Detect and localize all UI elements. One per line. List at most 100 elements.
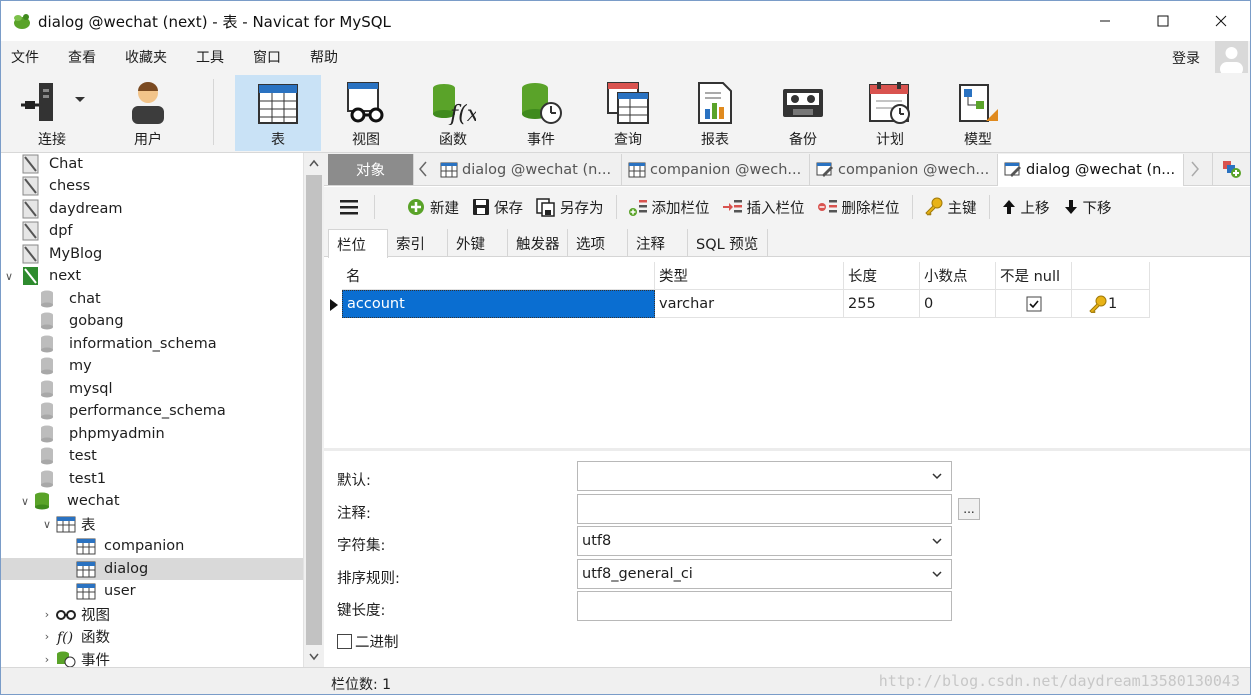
column-header-length[interactable]: 长度 bbox=[844, 262, 920, 290]
insert-field-button[interactable]: 插入栏位 bbox=[722, 197, 805, 218]
toolbar-query-button[interactable]: 查询 bbox=[585, 75, 671, 151]
subtab-indexes[interactable]: 索引 bbox=[388, 229, 448, 257]
tree-item-events-folder[interactable]: › 事件 bbox=[39, 648, 303, 667]
tree-item-information-schema-db[interactable]: information_schema bbox=[23, 333, 303, 355]
toolbar-backup-button[interactable]: 备份 bbox=[760, 75, 846, 151]
comment-input[interactable] bbox=[577, 494, 952, 524]
toolbar-event-button[interactable]: 事件 bbox=[498, 75, 584, 151]
toolbar-view-button[interactable]: 视图 bbox=[323, 75, 409, 151]
tree-item-daydream-connection[interactable]: daydream bbox=[1, 198, 303, 220]
close-button[interactable] bbox=[1192, 1, 1250, 41]
chevron-right-icon[interactable]: › bbox=[39, 630, 55, 643]
chevron-down-icon[interactable]: ∨ bbox=[39, 518, 55, 531]
tree-item-dialog-table[interactable]: dialog bbox=[1, 558, 303, 580]
tab-dialog-table[interactable]: dialog @wechat (n... bbox=[434, 154, 622, 185]
menu-help[interactable]: 帮助 bbox=[302, 47, 346, 67]
column-header-decimals[interactable]: 小数点 bbox=[920, 262, 996, 290]
chevron-right-icon[interactable]: › bbox=[39, 653, 55, 666]
tab-objects[interactable]: 对象 bbox=[328, 154, 414, 185]
subtab-fields[interactable]: 栏位 bbox=[328, 229, 388, 258]
chevron-down-icon[interactable]: ∨ bbox=[17, 495, 33, 508]
toolbar-user-button[interactable]: 用户 bbox=[105, 75, 191, 151]
tree-item-functions-folder[interactable]: › f() 函数 bbox=[39, 625, 303, 647]
field-length-cell[interactable]: 255 bbox=[844, 290, 920, 318]
tree-item-chat-connection[interactable]: Chat bbox=[1, 153, 303, 175]
field-decimals-cell[interactable]: 0 bbox=[920, 290, 996, 318]
tree-scrollbar-thumb[interactable] bbox=[306, 175, 322, 645]
tree-item-phpmyadmin-db[interactable]: phpmyadmin bbox=[23, 423, 303, 445]
toolbar-report-button[interactable]: 报表 bbox=[672, 75, 758, 151]
key-length-input[interactable] bbox=[577, 591, 952, 621]
tree-item-wechat-db[interactable]: ∨ wechat bbox=[17, 490, 303, 512]
minimize-button[interactable] bbox=[1076, 1, 1134, 41]
tree-item-user-table[interactable]: user bbox=[59, 580, 303, 602]
new-button[interactable]: 新建 bbox=[405, 197, 459, 218]
subtab-options[interactable]: 选项 bbox=[568, 229, 628, 257]
tree-item-next-connection[interactable]: ∨ next bbox=[1, 265, 303, 287]
menu-tools[interactable]: 工具 bbox=[188, 47, 232, 67]
tree-item-my-db[interactable]: my bbox=[23, 355, 303, 377]
tab-companion-design[interactable]: companion @wech... bbox=[810, 154, 998, 185]
chevron-down-icon[interactable]: ∨ bbox=[1, 270, 17, 283]
save-as-button[interactable]: 另存为 bbox=[535, 197, 604, 218]
toolbar-table-button[interactable]: 表 bbox=[235, 75, 321, 151]
tree-item-mysql-db[interactable]: mysql bbox=[23, 378, 303, 400]
comment-ellipsis-button[interactable]: ... bbox=[958, 498, 980, 520]
binary-checkbox[interactable]: 二进制 bbox=[337, 631, 399, 652]
tab-scroll-right-icon[interactable] bbox=[1190, 161, 1200, 181]
column-header-not-null[interactable]: 不是 null bbox=[996, 262, 1072, 290]
field-name-cell[interactable]: account bbox=[342, 290, 655, 318]
save-button[interactable]: 保存 bbox=[471, 197, 523, 218]
default-combobox[interactable] bbox=[577, 461, 952, 491]
chevron-right-icon[interactable]: › bbox=[39, 608, 55, 621]
tab-companion-table[interactable]: companion @wech... bbox=[622, 154, 810, 185]
subtab-comment[interactable]: 注释 bbox=[628, 229, 688, 257]
scroll-down-icon[interactable] bbox=[309, 653, 319, 661]
subtab-sql-preview[interactable]: SQL 预览 bbox=[688, 229, 768, 257]
tree-item-test-db[interactable]: test bbox=[23, 445, 303, 467]
move-up-button[interactable]: 上移 bbox=[1000, 197, 1050, 218]
menu-file[interactable]: 文件 bbox=[3, 47, 47, 67]
login-link[interactable]: 登录 bbox=[1172, 48, 1200, 68]
tree-item-chess-connection[interactable]: chess bbox=[1, 175, 303, 197]
menu-window[interactable]: 窗口 bbox=[245, 47, 289, 67]
hamburger-menu-icon[interactable] bbox=[324, 199, 374, 215]
subtab-foreign-keys[interactable]: 外键 bbox=[448, 229, 508, 257]
tree-item-companion-table[interactable]: companion bbox=[59, 535, 303, 557]
tree-item-views-folder[interactable]: › 视图 bbox=[39, 603, 303, 625]
toolbar-model-button[interactable]: 模型 bbox=[935, 75, 1021, 151]
tree-item-myblog-connection[interactable]: MyBlog bbox=[1, 243, 303, 265]
tree-item-tables-folder[interactable]: ∨ 表 bbox=[39, 513, 303, 535]
field-not-null-cell[interactable] bbox=[996, 290, 1072, 318]
tab-scroll-left-icon[interactable] bbox=[418, 161, 428, 181]
tree-item-dpf-connection[interactable]: dpf bbox=[1, 220, 303, 242]
column-header-name[interactable]: 名 bbox=[342, 262, 655, 290]
new-tab-button[interactable] bbox=[1212, 153, 1250, 185]
add-field-button[interactable]: 添加栏位 bbox=[627, 197, 710, 218]
tree-item-chat-db[interactable]: chat bbox=[23, 288, 303, 310]
column-header-key[interactable] bbox=[1072, 262, 1150, 290]
primary-key-button[interactable]: 主键 bbox=[923, 197, 977, 218]
tab-dialog-design[interactable]: dialog @wechat (n... bbox=[998, 154, 1184, 186]
tree-scrollbar[interactable] bbox=[303, 153, 324, 667]
toolbar-schedule-button[interactable]: 计划 bbox=[847, 75, 933, 151]
avatar[interactable] bbox=[1215, 41, 1248, 74]
tree-item-performance-schema-db[interactable]: performance_schema bbox=[23, 400, 303, 422]
checkbox-checked-icon[interactable] bbox=[1026, 296, 1042, 312]
charset-combobox[interactable]: utf8 bbox=[577, 526, 952, 556]
tree-item-test1-db[interactable]: test1 bbox=[23, 468, 303, 490]
menu-view[interactable]: 查看 bbox=[60, 47, 104, 67]
move-down-button[interactable]: 下移 bbox=[1062, 197, 1112, 218]
field-key-cell[interactable]: 1 bbox=[1072, 290, 1150, 318]
subtab-triggers[interactable]: 触发器 bbox=[508, 229, 568, 257]
maximize-button[interactable] bbox=[1134, 1, 1192, 41]
menu-favorites[interactable]: 收藏夹 bbox=[117, 47, 175, 67]
checkbox-unchecked-icon[interactable] bbox=[337, 634, 352, 649]
delete-field-button[interactable]: 删除栏位 bbox=[817, 197, 900, 218]
column-header-type[interactable]: 类型 bbox=[655, 262, 844, 290]
collation-combobox[interactable]: utf8_general_ci bbox=[577, 559, 952, 589]
field-type-cell[interactable]: varchar bbox=[655, 290, 844, 318]
scroll-up-icon[interactable] bbox=[309, 159, 319, 167]
toolbar-function-button[interactable]: f(x) 函数 bbox=[410, 75, 496, 151]
tree-item-gobang-db[interactable]: gobang bbox=[23, 310, 303, 332]
